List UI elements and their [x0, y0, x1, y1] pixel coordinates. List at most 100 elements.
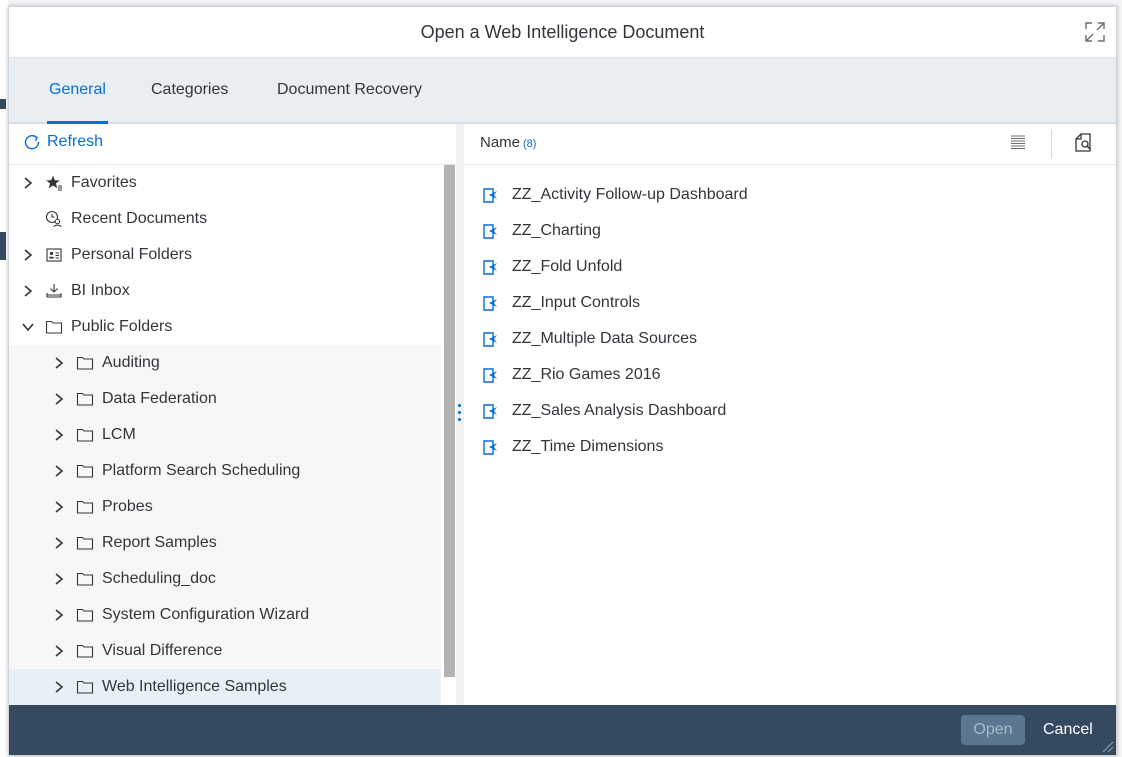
- open-button[interactable]: Open: [961, 715, 1025, 745]
- refresh-button[interactable]: Refresh: [23, 133, 103, 151]
- folder-icon: [76, 680, 94, 694]
- chevron-right-icon[interactable]: [52, 464, 66, 478]
- splitter-grip-icon[interactable]: [458, 404, 461, 422]
- backdrop-mark: [0, 232, 6, 260]
- tree-item-favorites[interactable]: Favorites: [9, 165, 441, 201]
- name-column-header[interactable]: Name (8): [480, 134, 536, 151]
- tree-item-personal-folders[interactable]: Personal Folders: [9, 237, 441, 273]
- tree-item-public-folders[interactable]: Public Folders: [9, 309, 441, 345]
- scrollbar-thumb[interactable]: [444, 165, 455, 677]
- tree-item-label: Report Samples: [102, 534, 217, 551]
- document-name: ZZ_Rio Games 2016: [512, 366, 661, 383]
- chevron-right-icon[interactable]: [52, 608, 66, 622]
- list-view-icon[interactable]: [1009, 134, 1027, 152]
- tree-item-web-intelligence-samples[interactable]: Web Intelligence Samples: [9, 669, 441, 705]
- chevron-right-icon[interactable]: [52, 356, 66, 370]
- maximize-icon[interactable]: [1084, 21, 1106, 43]
- tab-general[interactable]: General: [47, 58, 108, 124]
- webi-document-icon: [483, 368, 497, 383]
- tree-item-label: Public Folders: [71, 318, 173, 335]
- dialog-footer: Open Cancel: [9, 705, 1116, 755]
- chevron-right-icon[interactable]: [21, 284, 35, 298]
- tree-item-label: Recent Documents: [71, 210, 208, 227]
- tree-item-lcm[interactable]: LCM: [9, 417, 441, 453]
- dialog-titlebar: Open a Web Intelligence Document: [9, 7, 1116, 58]
- chevron-right-icon[interactable]: [52, 536, 66, 550]
- tree-item-label: BI Inbox: [71, 282, 130, 299]
- backdrop-mark: [0, 99, 6, 109]
- tree-item-label: Web Intelligence Samples: [102, 678, 287, 695]
- name-column-label: Name: [480, 134, 521, 151]
- folder-icon: [76, 464, 94, 478]
- tree-item-visual-difference[interactable]: Visual Difference: [9, 633, 441, 669]
- folder-icon: [76, 392, 94, 406]
- document-name: ZZ_Multiple Data Sources: [512, 330, 697, 347]
- tree-item-bi-inbox[interactable]: BI Inbox: [9, 273, 441, 309]
- document-search-icon[interactable]: [1073, 132, 1095, 154]
- tree-item-label: Data Federation: [102, 390, 217, 407]
- chevron-right-icon[interactable]: [52, 680, 66, 694]
- webi-document-icon: [483, 404, 497, 419]
- chevron-down-icon[interactable]: [21, 320, 35, 334]
- document-name: ZZ_Activity Follow-up Dashboard: [512, 186, 748, 203]
- tree-item-label: Platform Search Scheduling: [102, 462, 301, 479]
- webi-document-icon: [483, 188, 497, 203]
- dialog-title: Open a Web Intelligence Document: [420, 22, 705, 42]
- tree-item-label: LCM: [102, 426, 136, 443]
- tree-item-label: Favorites: [71, 174, 137, 191]
- chevron-right-icon[interactable]: [21, 248, 35, 262]
- tree-item-label: Personal Folders: [71, 246, 192, 263]
- folder-tree: Favorites Recent Documents Personal Fold…: [9, 165, 441, 705]
- chevron-right-icon[interactable]: [52, 500, 66, 514]
- tab-bar: General Categories Document Recovery: [9, 58, 1116, 124]
- chevron-right-icon[interactable]: [52, 392, 66, 406]
- webi-document-icon: [483, 440, 497, 455]
- folder-icon: [76, 536, 94, 550]
- chevron-right-icon[interactable]: [52, 644, 66, 658]
- document-name: ZZ_Fold Unfold: [512, 258, 623, 275]
- tree-item-report-samples[interactable]: Report Samples: [9, 525, 441, 561]
- tree-item-data-federation[interactable]: Data Federation: [9, 381, 441, 417]
- document-list-pane: Name(8) ZZ_Activity Follow-up Dashboard: [464, 124, 1116, 705]
- tree-item-probes[interactable]: Probes: [9, 489, 441, 525]
- folder-icon: [76, 428, 94, 442]
- tree-item-label: System Configuration Wizard: [102, 606, 310, 623]
- tree-item-system-configuration-wizard[interactable]: System Configuration Wizard: [9, 597, 441, 633]
- document-name: ZZ_Time Dimensions: [512, 438, 664, 455]
- chevron-right-icon[interactable]: [21, 176, 35, 190]
- folder-icon: [76, 356, 94, 370]
- tree-item-label: Scheduling_doc: [102, 570, 216, 587]
- document-name: ZZ_Sales Analysis Dashboard: [512, 402, 727, 419]
- folder-icon: [76, 608, 94, 622]
- personal-folder-icon: [46, 248, 62, 262]
- webi-document-icon: [483, 260, 497, 275]
- folder-pane: Refresh Favorites Recent Documents Perso…: [9, 124, 456, 705]
- tree-item-scheduling-doc[interactable]: Scheduling_doc: [9, 561, 441, 597]
- webi-document-icon: [483, 224, 497, 239]
- cancel-button[interactable]: Cancel: [1043, 715, 1093, 745]
- tree-item-label: Visual Difference: [102, 642, 223, 659]
- folder-icon: [76, 500, 94, 514]
- tree-item-recent-documents[interactable]: Recent Documents: [9, 201, 441, 237]
- folder-pane-header: Refresh: [9, 124, 456, 165]
- header-separator: [1051, 129, 1052, 159]
- folder-icon: [76, 572, 94, 586]
- resize-grip-icon[interactable]: [1100, 739, 1114, 753]
- tab-document-recovery[interactable]: Document Recovery: [277, 58, 422, 122]
- tab-categories[interactable]: Categories: [151, 58, 228, 122]
- webi-document-icon: [483, 332, 497, 347]
- document-count: (8): [523, 138, 537, 150]
- document-name: ZZ_Charting: [512, 222, 601, 239]
- inbox-icon: [46, 284, 62, 298]
- folder-icon: [76, 644, 94, 658]
- folder-tree-scrollbar[interactable]: [443, 165, 456, 705]
- tree-item-platform-search-scheduling[interactable]: Platform Search Scheduling: [9, 453, 441, 489]
- recent-icon: [45, 210, 62, 228]
- chevron-right-icon[interactable]: [52, 428, 66, 442]
- chevron-right-icon[interactable]: [52, 572, 66, 586]
- favorites-icon: [46, 175, 62, 191]
- refresh-icon: [24, 134, 40, 150]
- refresh-label: Refresh: [47, 133, 104, 150]
- tree-item-auditing[interactable]: Auditing: [9, 345, 441, 381]
- tree-item-label: Auditing: [102, 354, 160, 371]
